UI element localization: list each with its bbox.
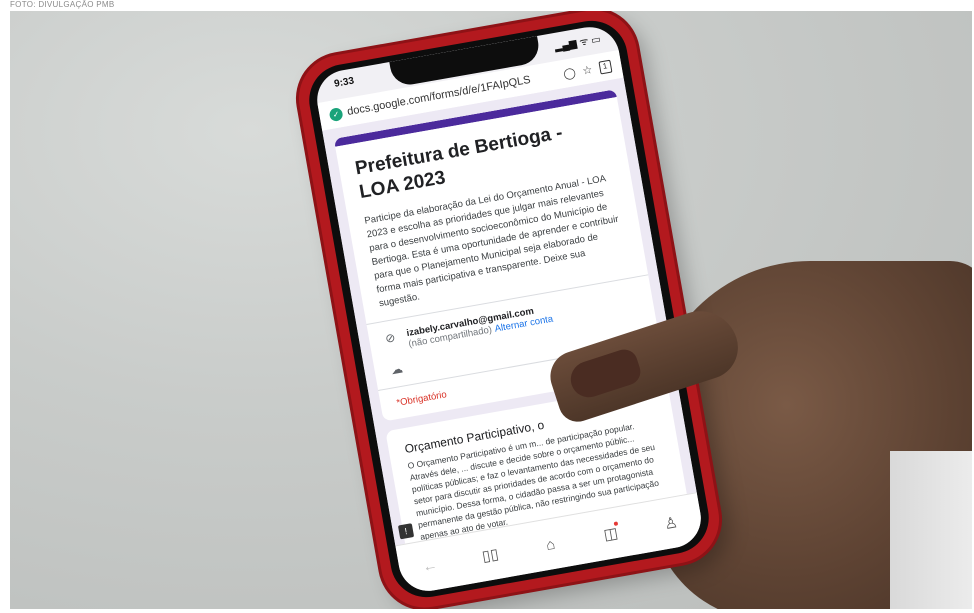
- tab-count[interactable]: 1: [597, 59, 613, 75]
- url-actions: ◯ ☆ 1: [562, 59, 613, 80]
- profile-icon[interactable]: ♙: [657, 512, 686, 534]
- gamepad-icon[interactable]: ◫: [596, 521, 625, 545]
- status-icons: ▂▄▆ ᯤ ▭: [553, 34, 602, 54]
- reload-icon[interactable]: ◯: [562, 65, 576, 80]
- photo: 9:33 ▂▄▆ ᯤ ▭ ✓ docs.google.com/forms/d/e…: [10, 11, 972, 609]
- feedback-icon[interactable]: !: [397, 523, 415, 540]
- smartphone: 9:33 ▂▄▆ ᯤ ▭ ✓ docs.google.com/forms/d/e…: [291, 11, 727, 609]
- sleeve: [890, 451, 972, 609]
- book-icon[interactable]: ▯▯: [476, 544, 505, 566]
- eye-off-icon: ⊘: [384, 330, 397, 346]
- notification-dot: [613, 521, 619, 526]
- status-time: 9:33: [333, 75, 356, 90]
- back-icon[interactable]: ←: [416, 555, 445, 576]
- star-icon[interactable]: ☆: [581, 63, 593, 78]
- phone-screen: 9:33 ▂▄▆ ᯤ ▭ ✓ docs.google.com/forms/d/e…: [312, 22, 706, 596]
- photo-credit: FOTO: DIVULGAÇÃO PMB: [10, 0, 115, 9]
- shield-icon: ✓: [328, 106, 344, 122]
- home-icon[interactable]: ⌂: [536, 534, 565, 555]
